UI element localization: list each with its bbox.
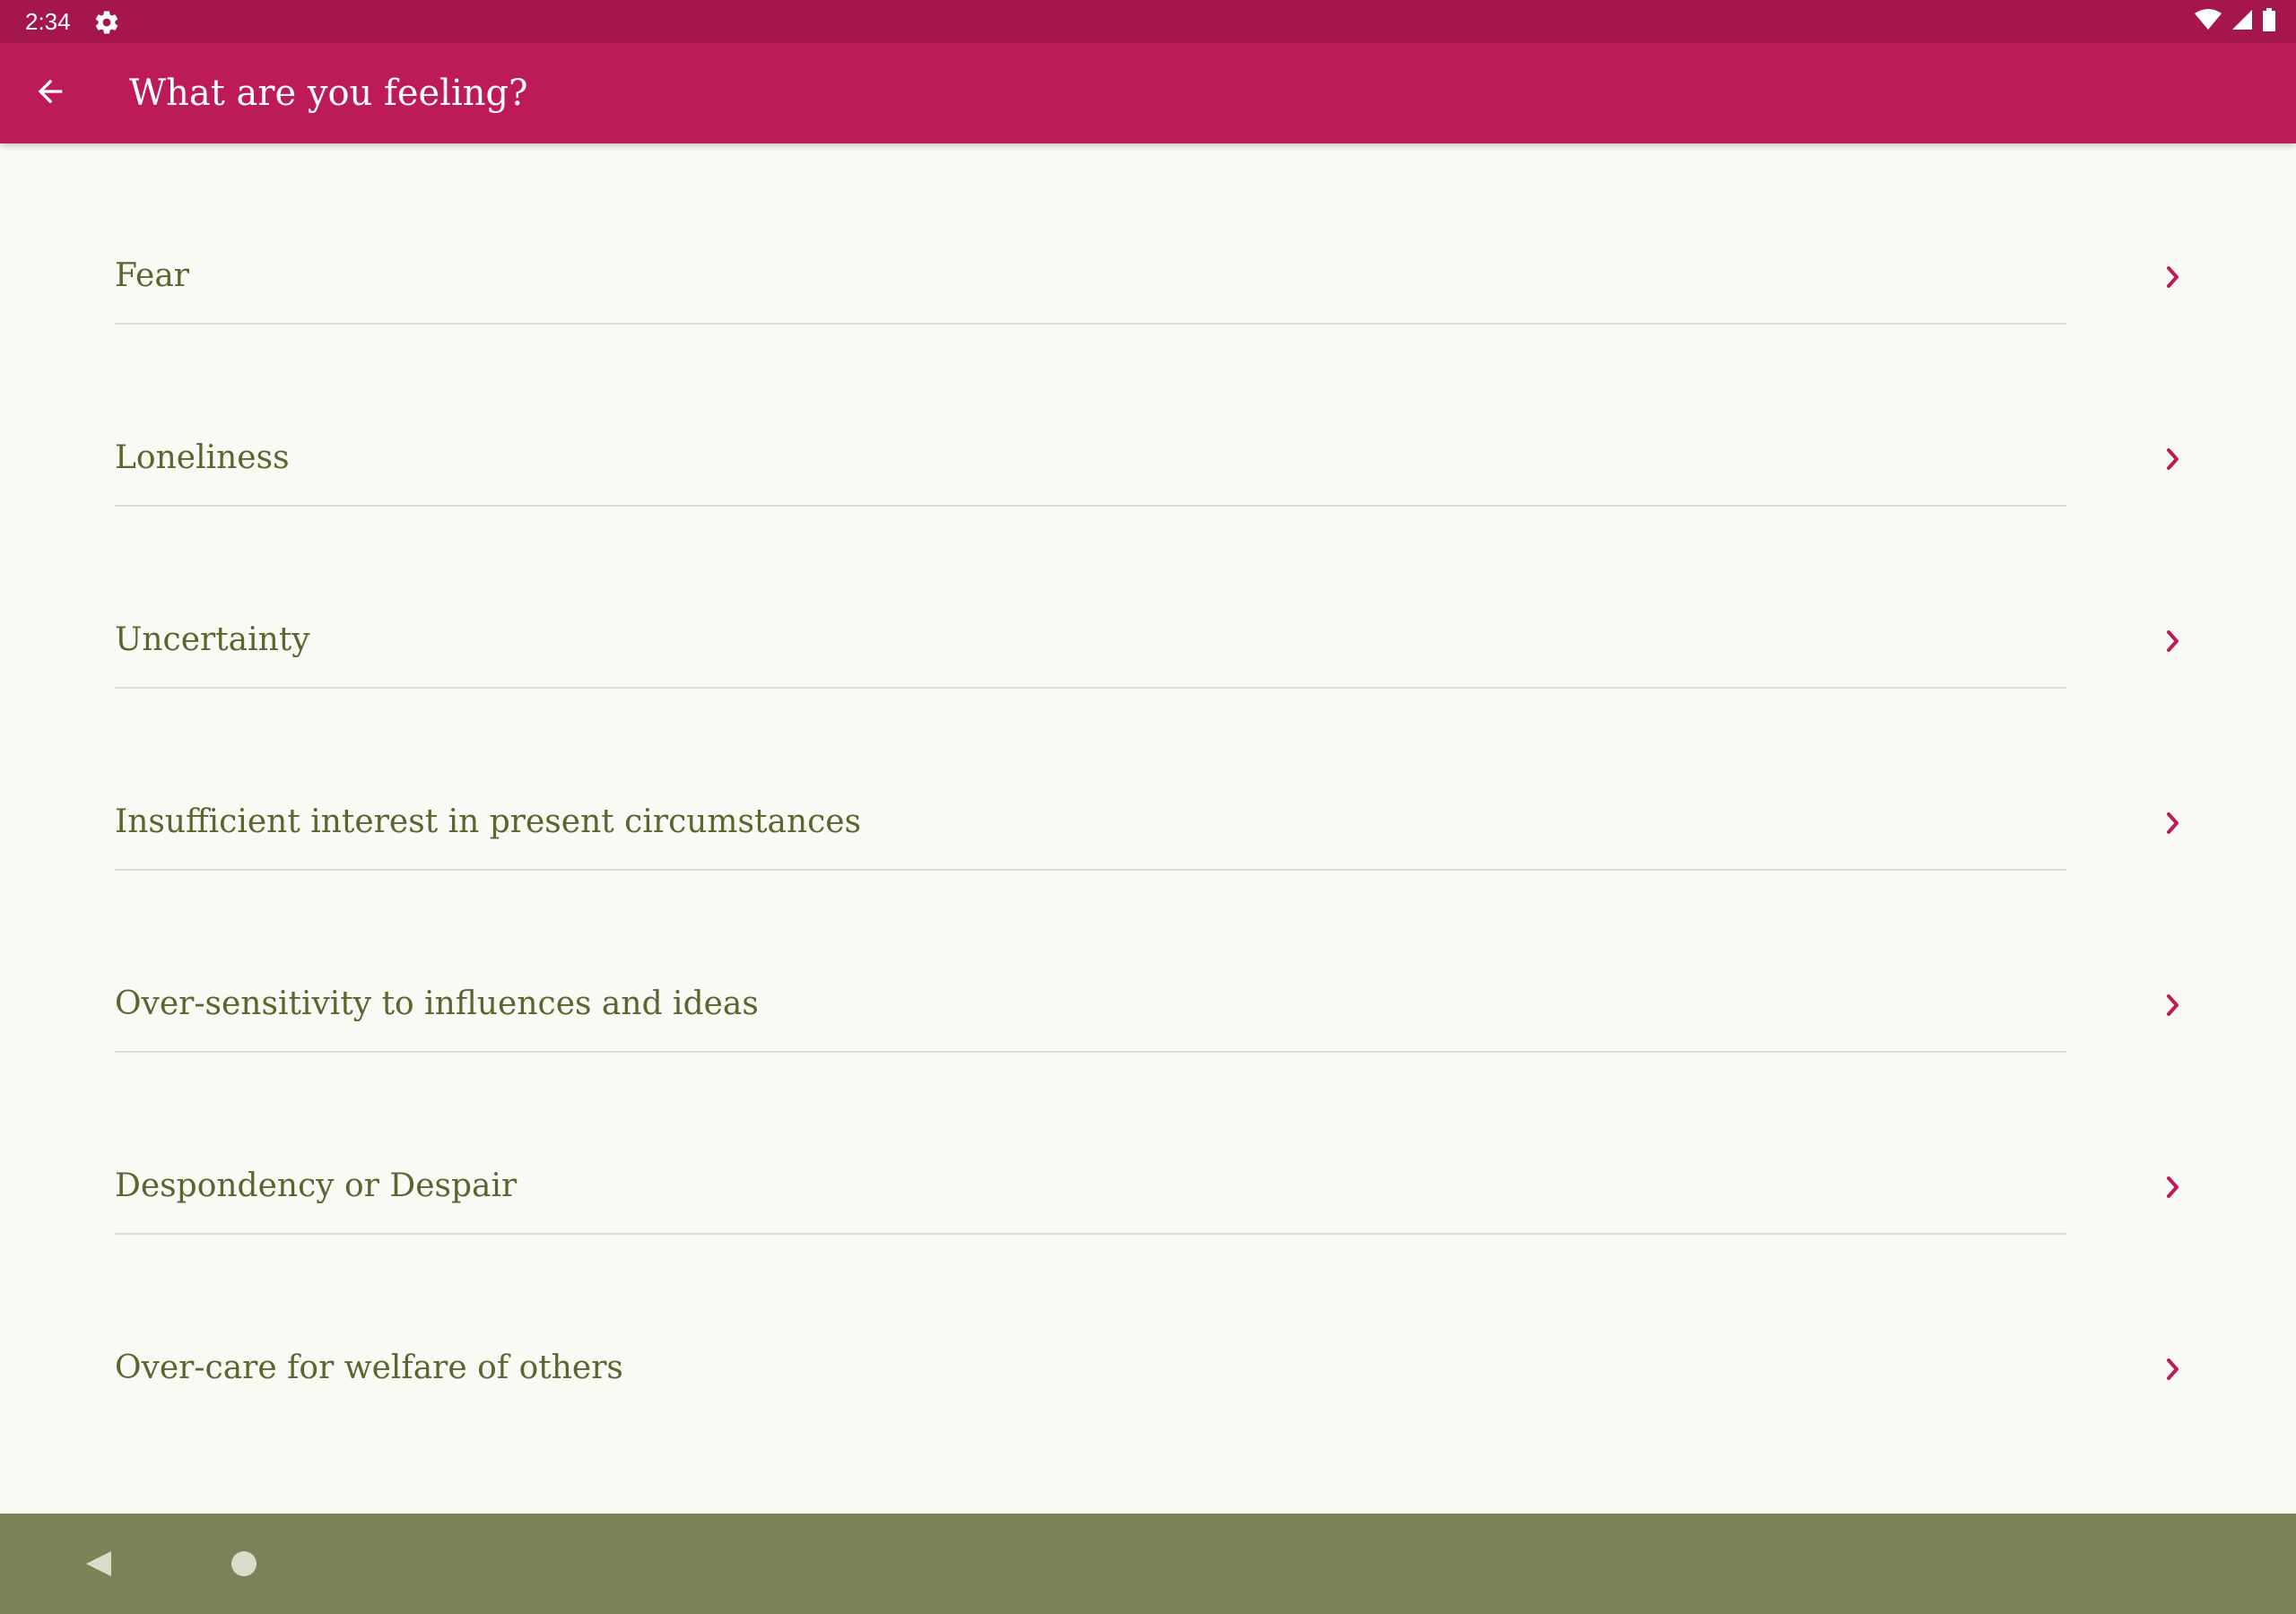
- list-item-over-sensitivity[interactable]: Over-sensitivity to influences and ideas: [0, 872, 2296, 1054]
- list-item-label: Fear: [115, 257, 189, 294]
- chevron-right-icon: [2163, 809, 2183, 837]
- chevron-right-icon: [2163, 263, 2183, 291]
- chevron-right-icon: [2163, 1355, 2183, 1384]
- nav-back-icon[interactable]: [81, 1546, 117, 1582]
- nav-home-icon[interactable]: [231, 1551, 257, 1576]
- list-item-label: Despondency or Despair: [115, 1167, 517, 1204]
- list-item-label: Insufficient interest in present circums…: [115, 803, 862, 840]
- chevron-right-icon: [2163, 1173, 2183, 1202]
- feelings-list: Fear Loneliness Uncertainty Insufficient…: [0, 143, 2296, 1514]
- divider: [115, 1233, 2066, 1235]
- list-item-label: Over-sensitivity to influences and ideas: [115, 985, 759, 1022]
- chevron-right-icon: [2163, 991, 2183, 1020]
- back-button[interactable]: [22, 65, 79, 122]
- divider: [115, 687, 2066, 689]
- divider: [115, 323, 2066, 325]
- list-item-over-care[interactable]: Over-care for welfare of others: [0, 1236, 2296, 1418]
- list-item-label: Loneliness: [115, 439, 290, 476]
- list-item-insufficient-interest[interactable]: Insufficient interest in present circums…: [0, 690, 2296, 872]
- battery-icon: [2262, 7, 2276, 36]
- divider: [115, 869, 2066, 871]
- divider: [115, 1051, 2066, 1053]
- status-icons: [2194, 7, 2276, 36]
- list-item-despondency[interactable]: Despondency or Despair: [0, 1054, 2296, 1236]
- list-item-label: Uncertainty: [115, 621, 310, 658]
- list-item-fear[interactable]: Fear: [0, 143, 2296, 325]
- app-bar: What are you feeling?: [0, 43, 2296, 143]
- chevron-right-icon: [2163, 627, 2183, 655]
- list-item-label: Over-care for welfare of others: [115, 1349, 623, 1386]
- arrow-back-icon: [32, 74, 68, 113]
- list-item-uncertainty[interactable]: Uncertainty: [0, 508, 2296, 690]
- list-item-loneliness[interactable]: Loneliness: [0, 325, 2296, 508]
- wifi-icon: [2194, 8, 2222, 36]
- status-time: 2:34: [25, 8, 71, 35]
- page-title: What are you feeling?: [129, 73, 528, 114]
- divider: [115, 505, 2066, 507]
- navigation-bar: [0, 1514, 2296, 1614]
- status-bar: 2:34: [0, 0, 2296, 43]
- gear-icon: [93, 9, 120, 36]
- chevron-right-icon: [2163, 445, 2183, 473]
- signal-icon: [2231, 8, 2253, 36]
